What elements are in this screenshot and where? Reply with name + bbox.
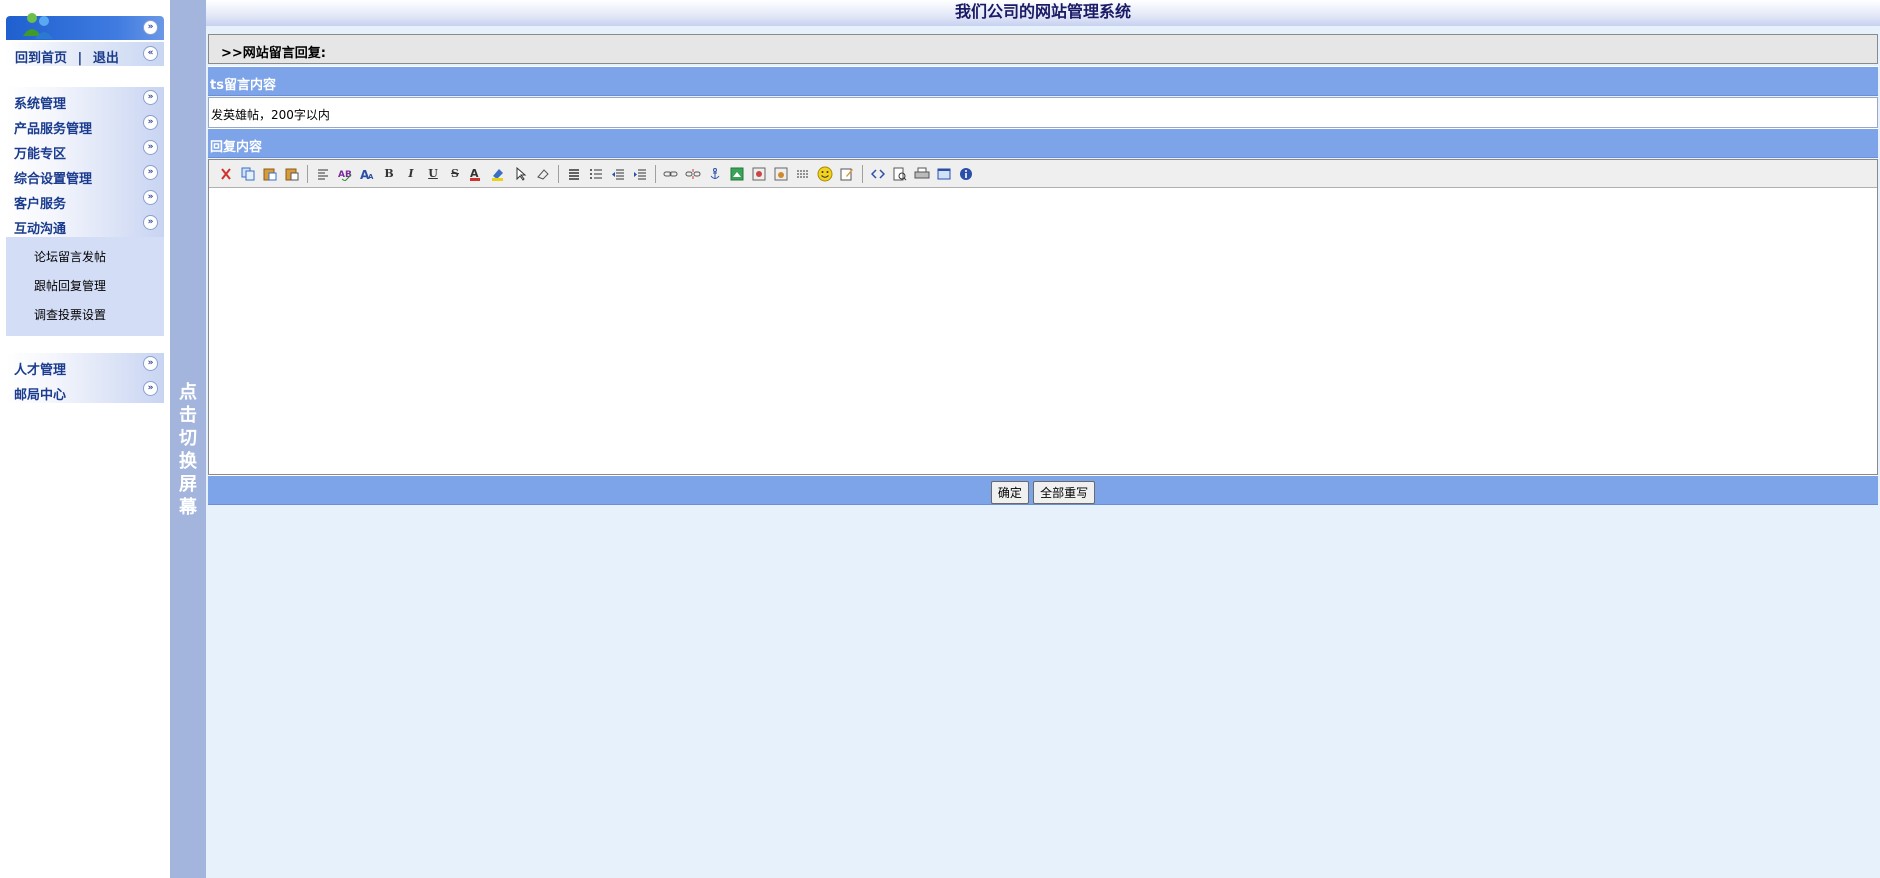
unordered-list-icon[interactable] [587,165,605,183]
menu-item-mail[interactable]: 邮局中心 » [6,378,164,403]
menu-item-label: 产品服务管理 [14,122,93,137]
menu-item-products[interactable]: 产品服务管理 » [6,112,164,137]
unlink-icon[interactable] [684,165,702,183]
select-icon[interactable] [512,165,530,183]
toolbar-separator [558,164,559,183]
menu-item-label: 人才管理 [14,363,67,378]
image-icon[interactable] [728,165,746,183]
toolbar-separator [655,164,656,183]
breadcrumb: >>网站留言回复: [208,34,1878,64]
menu-item-label: 邮局中心 [14,388,67,403]
spellcheck-icon[interactable]: AB [336,165,354,183]
anchor-icon[interactable] [706,165,724,183]
link-icon[interactable] [662,165,680,183]
double-left-icon[interactable]: « [143,46,158,61]
about-icon[interactable] [957,165,975,183]
chevron-down-icon: » [143,165,158,180]
menu-item-label: 系统管理 [14,97,67,112]
page-title: 我们公司的网站管理系统 [954,2,1131,21]
fullscreen-icon[interactable] [935,165,953,183]
main-content: 我们公司的网站管理系统 >>网站留言回复: ts留言内容 发英雄帖，200字以内… [206,0,1880,878]
media-icon[interactable] [772,165,790,183]
bold-icon[interactable]: B [380,165,398,183]
message-content-row: 发英雄帖，200字以内 [208,97,1878,128]
menu-item-universal[interactable]: 万能专区 » [6,137,164,162]
toolbar-separator [307,164,308,183]
logout-link[interactable]: 退出 [93,51,119,66]
home-link[interactable]: 回到首页 [15,51,67,66]
breadcrumb-text: >>网站留言回复: [221,46,326,61]
menu-item-customer-service[interactable]: 客户服务 » [6,187,164,212]
font-size-icon[interactable]: AA [358,165,376,183]
italic-icon[interactable]: I [402,165,420,183]
flash-icon[interactable] [750,165,768,183]
toolbar-separator [862,164,863,183]
menu-item-interaction[interactable]: 互动沟通 » [6,212,164,237]
submenu-item-reply-management[interactable]: 跟帖回复管理 [6,272,164,301]
link-separator: | [77,51,83,66]
strikethrough-icon[interactable]: S [446,165,464,183]
message-content: 发英雄帖，200字以内 [211,108,330,122]
menu-item-label: 客户服务 [14,197,67,212]
sidebar: » 回到首页 | 退出 « 系统管理 » 产品服务管理 » 万能专区 » 综合设… [0,0,170,878]
editor-content-area[interactable] [209,188,1877,475]
screen-switch-text: 点击切换屏幕 [179,382,197,518]
rich-text-editor: AB AA B I U S A [208,159,1878,475]
print-icon[interactable] [913,165,931,183]
reply-section-header: 回复内容 [208,128,1878,158]
cut-icon[interactable] [217,165,235,183]
submenu-item-poll-settings[interactable]: 调查投票设置 [6,301,164,330]
menu-item-label: 互动沟通 [14,222,67,237]
paste-icon[interactable] [261,165,279,183]
menu-item-label: 万能专区 [14,147,67,162]
submit-button[interactable]: 确定 [990,481,1029,504]
message-section-title: ts留言内容 [210,78,276,93]
message-section-header: ts留言内容 [208,66,1878,96]
submenu-item-forum-post[interactable]: 论坛留言发帖 [6,243,164,272]
preview-icon[interactable] [891,165,909,183]
submenu-interaction: 论坛留言发帖 跟帖回复管理 调查投票设置 [6,237,164,336]
reset-button[interactable]: 全部重写 [1033,481,1096,504]
chevron-down-icon: » [143,381,158,396]
copy-icon[interactable] [239,165,257,183]
align-icon[interactable] [565,165,583,183]
menu-item-talent[interactable]: 人才管理 » [6,353,164,378]
chevron-down-icon: » [143,356,158,371]
eraser-icon[interactable] [534,165,552,183]
menu-item-system[interactable]: 系统管理 » [6,87,164,112]
chevron-down-icon: » [143,115,158,130]
menu-item-settings[interactable]: 综合设置管理 » [6,162,164,187]
users-logo-icon [18,10,58,40]
paragraph-icon[interactable] [314,165,332,183]
horizontal-rule-icon[interactable] [794,165,812,183]
sidebar-header: » [6,13,164,40]
font-color-icon[interactable]: A [468,165,486,183]
menu-group: 系统管理 » 产品服务管理 » 万能专区 » 综合设置管理 » 客户服务 » 互… [6,87,164,336]
chevron-down-icon: » [143,90,158,105]
reply-section-title: 回复内容 [210,140,263,155]
form-button-bar: 确定 全部重写 [208,475,1878,505]
chevron-down-icon: » [143,140,158,155]
menu-item-label: 综合设置管理 [14,172,93,187]
editor-toolbar: AB AA B I U S A [209,160,1877,188]
indent-icon[interactable] [631,165,649,183]
chevron-down-icon: » [143,190,158,205]
source-icon[interactable] [869,165,887,183]
outdent-icon[interactable] [609,165,627,183]
underline-icon[interactable]: U [424,165,442,183]
page-header: 我们公司的网站管理系统 [206,0,1880,26]
svg-text:A: A [368,173,374,181]
svg-text:AB: AB [338,170,352,180]
smiley-icon[interactable] [816,165,834,183]
paste-text-icon[interactable] [283,165,301,183]
collapse-all-icon[interactable]: » [143,20,158,35]
highlight-icon[interactable] [490,165,508,183]
edit-icon[interactable] [838,165,856,183]
menu-group-2: 人才管理 » 邮局中心 » [6,353,164,403]
screen-switch-bar[interactable]: 点击切换屏幕 [170,0,206,878]
chevron-down-icon: » [143,215,158,230]
sidebar-links: 回到首页 | 退出 « [6,42,164,66]
